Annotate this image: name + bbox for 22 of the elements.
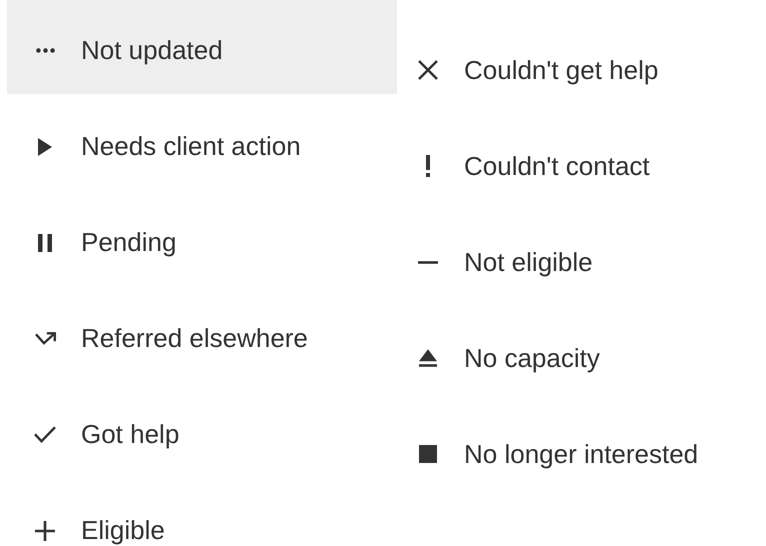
stop-icon	[419, 445, 437, 463]
menu-item[interactable]: Couldn't contact	[410, 118, 698, 214]
exclamation-icon	[426, 155, 430, 177]
check-icon	[34, 426, 56, 443]
close-icon	[418, 60, 438, 80]
menu-item[interactable]: Eligible	[7, 478, 397, 546]
menu-item[interactable]: No capacity	[410, 310, 698, 406]
menu-item[interactable]: Couldn't get help	[410, 22, 698, 118]
menu-item[interactable]: Referred elsewhere	[7, 286, 397, 382]
minus-icon	[418, 260, 438, 264]
menu-item[interactable]: Not eligible	[410, 214, 698, 310]
menu-item[interactable]: Needs client action	[7, 94, 397, 190]
menu-item[interactable]: Pending	[7, 190, 397, 286]
eject-icon	[419, 349, 437, 367]
menu-item[interactable]: No longer interested	[410, 406, 698, 502]
plus-icon	[35, 520, 55, 540]
more-icon	[36, 48, 54, 53]
pause-icon	[38, 234, 52, 252]
play-icon	[38, 138, 52, 156]
trend-arrow-icon	[34, 332, 56, 345]
menu-item[interactable]: Not updated	[7, 0, 397, 94]
menu-item[interactable]: Got help	[7, 382, 397, 478]
